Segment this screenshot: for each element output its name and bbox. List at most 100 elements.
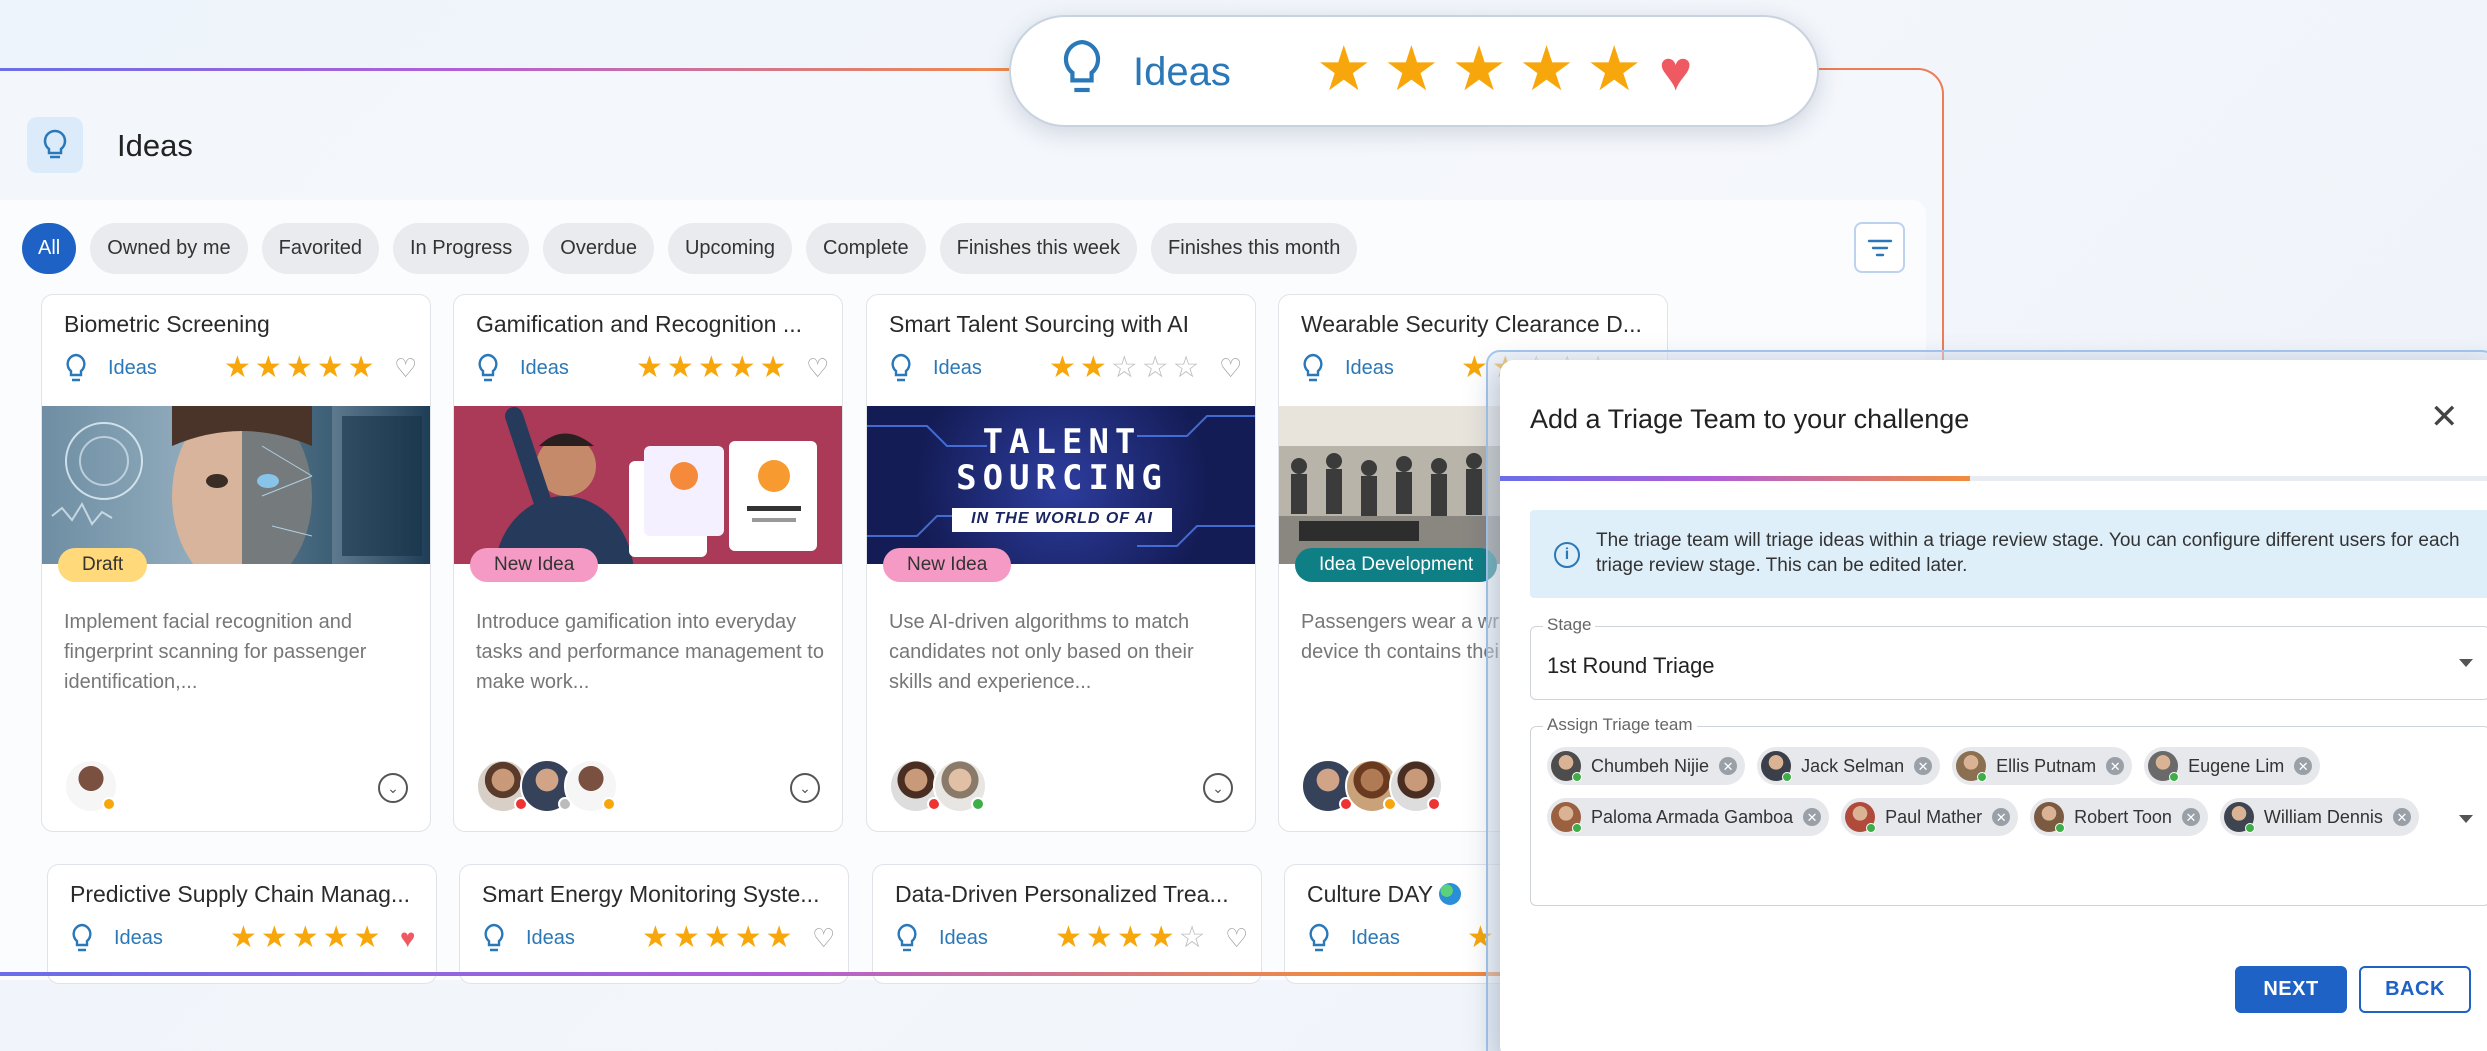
star-filled-icon[interactable]: ★: [766, 923, 793, 953]
avatar[interactable]: [64, 759, 118, 813]
star-empty-icon[interactable]: ☆: [1179, 923, 1206, 953]
filter-options-button[interactable]: [1854, 222, 1905, 273]
team-member-tag[interactable]: Jack Selman ✕: [1757, 747, 1941, 785]
remove-icon[interactable]: ✕: [1914, 757, 1933, 775]
filter-chip-this-week[interactable]: Finishes this week: [939, 223, 1138, 274]
pill-category[interactable]: Ideas: [1133, 50, 1231, 95]
expand-card-button[interactable]: ⌄: [790, 773, 820, 803]
card-category[interactable]: Ideas: [520, 357, 569, 380]
star-rating[interactable]: ★ ★ ★ ★ ★: [642, 923, 793, 953]
team-member-tag[interactable]: Eugene Lim ✕: [2144, 747, 2321, 785]
star-filled-icon[interactable]: ★: [292, 923, 319, 953]
team-member-tag[interactable]: Paloma Armada Gamboa ✕: [1547, 798, 1830, 836]
avatar[interactable]: [933, 759, 987, 813]
remove-icon[interactable]: ✕: [1719, 757, 1738, 775]
star-filled-icon[interactable]: ★: [760, 353, 787, 383]
star-filled-icon[interactable]: ★: [1148, 923, 1175, 953]
team-member-tag[interactable]: Ellis Putnam ✕: [1952, 747, 2133, 785]
stage-select[interactable]: Stage 1st Round Triage: [1530, 615, 2487, 700]
star-rating[interactable]: ★★☆☆☆: [1049, 353, 1200, 383]
star-filled-icon[interactable]: ★: [667, 353, 694, 383]
heart-icon[interactable]: ♥: [1659, 43, 1692, 99]
star-empty-icon[interactable]: ☆: [1111, 353, 1138, 383]
idea-card[interactable]: Smart Energy Monitoring Syste... Ideas ★…: [459, 864, 849, 984]
star-filled-icon[interactable]: ★: [704, 923, 731, 953]
card-category[interactable]: Ideas: [108, 357, 157, 380]
triage-team-select[interactable]: Assign Triage team Chumbeh Nijie ✕ Jack Se…: [1530, 715, 2487, 906]
star-empty-icon[interactable]: ☆: [1142, 353, 1169, 383]
heart-icon[interactable]: ♡: [812, 925, 835, 951]
remove-icon[interactable]: ✕: [1992, 808, 2011, 826]
chevron-down-icon[interactable]: [2459, 815, 2473, 823]
idea-card[interactable]: Predictive Supply Chain Manag... Ideas ★…: [47, 864, 437, 984]
heart-icon[interactable]: ♥: [400, 925, 415, 951]
expand-card-button[interactable]: ⌄: [378, 773, 408, 803]
star-filled-icon[interactable]: ★: [224, 353, 251, 383]
star-rating[interactable]: ★ ★ ★ ★ ★: [636, 353, 787, 383]
star-filled-icon[interactable]: ★: [1384, 39, 1440, 101]
star-filled-icon[interactable]: ★: [261, 923, 288, 953]
remove-icon[interactable]: ✕: [2106, 757, 2125, 775]
idea-card[interactable]: Biometric Screening Ideas ★ ★ ★ ★ ★ ♡ Draft …: [41, 294, 431, 832]
expand-card-button[interactable]: ⌄: [1203, 773, 1233, 803]
filter-chip-all[interactable]: All: [22, 223, 77, 274]
next-button[interactable]: NEXT: [2235, 966, 2347, 1013]
card-category[interactable]: Ideas: [939, 927, 988, 950]
star-filled-icon[interactable]: ★: [348, 353, 375, 383]
star-filled-icon[interactable]: ★: [1316, 39, 1372, 101]
star-filled-icon[interactable]: ★: [323, 923, 350, 953]
star-empty-icon[interactable]: ☆: [1173, 353, 1200, 383]
star-filled-icon[interactable]: ★: [636, 353, 663, 383]
star-rating[interactable]: ★ ★ ★ ★ ★: [224, 353, 375, 383]
filter-chip-complete[interactable]: Complete: [806, 223, 926, 274]
star-filled-icon[interactable]: ★: [1519, 39, 1575, 101]
back-button[interactable]: BACK: [2359, 966, 2471, 1013]
star-filled-icon[interactable]: ★: [735, 923, 762, 953]
close-icon[interactable]: ✕: [2430, 400, 2459, 434]
star-filled-icon[interactable]: ★: [1586, 39, 1642, 101]
team-member-tag[interactable]: Paul Mather ✕: [1841, 798, 2019, 836]
card-category[interactable]: Ideas: [114, 927, 163, 950]
remove-icon[interactable]: ✕: [2181, 808, 2200, 826]
star-filled-icon[interactable]: ★: [286, 353, 313, 383]
team-member-tag[interactable]: Chumbeh Nijie ✕: [1547, 747, 1746, 785]
card-category[interactable]: Ideas: [1345, 357, 1394, 380]
star-rating[interactable]: ★ ★ ★ ★ ★: [230, 923, 381, 953]
star-filled-icon[interactable]: ★: [317, 353, 344, 383]
star-filled-icon[interactable]: ★: [642, 923, 669, 953]
remove-icon[interactable]: ✕: [1803, 808, 1822, 826]
star-filled-icon[interactable]: ★: [354, 923, 381, 953]
filter-chip-upcoming[interactable]: Upcoming: [667, 223, 793, 274]
heart-icon[interactable]: ♡: [1225, 925, 1248, 951]
filter-chip-favorited[interactable]: Favorited: [261, 223, 379, 274]
filter-chip-overdue[interactable]: Overdue: [543, 223, 654, 274]
card-category[interactable]: Ideas: [1351, 927, 1400, 950]
star-filled-icon[interactable]: ★: [255, 353, 282, 383]
chevron-down-icon[interactable]: [2459, 659, 2473, 667]
star-filled-icon[interactable]: ★: [1086, 923, 1113, 953]
idea-card[interactable]: Gamification and Recognition ... Ideas ★…: [453, 294, 843, 832]
idea-card[interactable]: Smart Talent Sourcing with AI Ideas ★ ★ ☆ ☆…: [866, 294, 1256, 832]
avatar[interactable]: [1389, 759, 1443, 813]
heart-icon[interactable]: ♡: [1219, 355, 1242, 381]
heart-icon[interactable]: ♡: [394, 355, 417, 381]
filter-chip-in-progress[interactable]: In Progress: [393, 223, 530, 274]
team-member-tag[interactable]: William Dennis ✕: [2219, 798, 2419, 836]
star-filled-icon[interactable]: ★: [230, 923, 257, 953]
star-filled-icon[interactable]: ★: [729, 353, 756, 383]
star-filled-icon[interactable]: ★: [1451, 39, 1507, 101]
star-filled-icon[interactable]: ★: [1461, 353, 1488, 383]
card-category[interactable]: Ideas: [526, 927, 575, 950]
remove-icon[interactable]: ✕: [2294, 757, 2313, 775]
heart-icon[interactable]: ♡: [806, 355, 829, 381]
filter-chip-owned[interactable]: Owned by me: [90, 223, 248, 274]
team-member-tag[interactable]: Robert Toon ✕: [2030, 798, 2208, 836]
filter-chip-this-month[interactable]: Finishes this month: [1151, 223, 1358, 274]
remove-icon[interactable]: ✕: [2392, 808, 2411, 826]
star-rating[interactable]: ★ ★ ★ ★ ☆: [1055, 923, 1206, 953]
star-rating[interactable]: ★ ★ ★ ★ ★: [1316, 39, 1642, 101]
star-filled-icon[interactable]: ★: [698, 353, 725, 383]
star-filled-icon[interactable]: ★: [673, 923, 700, 953]
star-filled-icon[interactable]: ★: [1117, 923, 1144, 953]
idea-card[interactable]: Data-Driven Personalized Trea... Ideas ★…: [872, 864, 1262, 984]
